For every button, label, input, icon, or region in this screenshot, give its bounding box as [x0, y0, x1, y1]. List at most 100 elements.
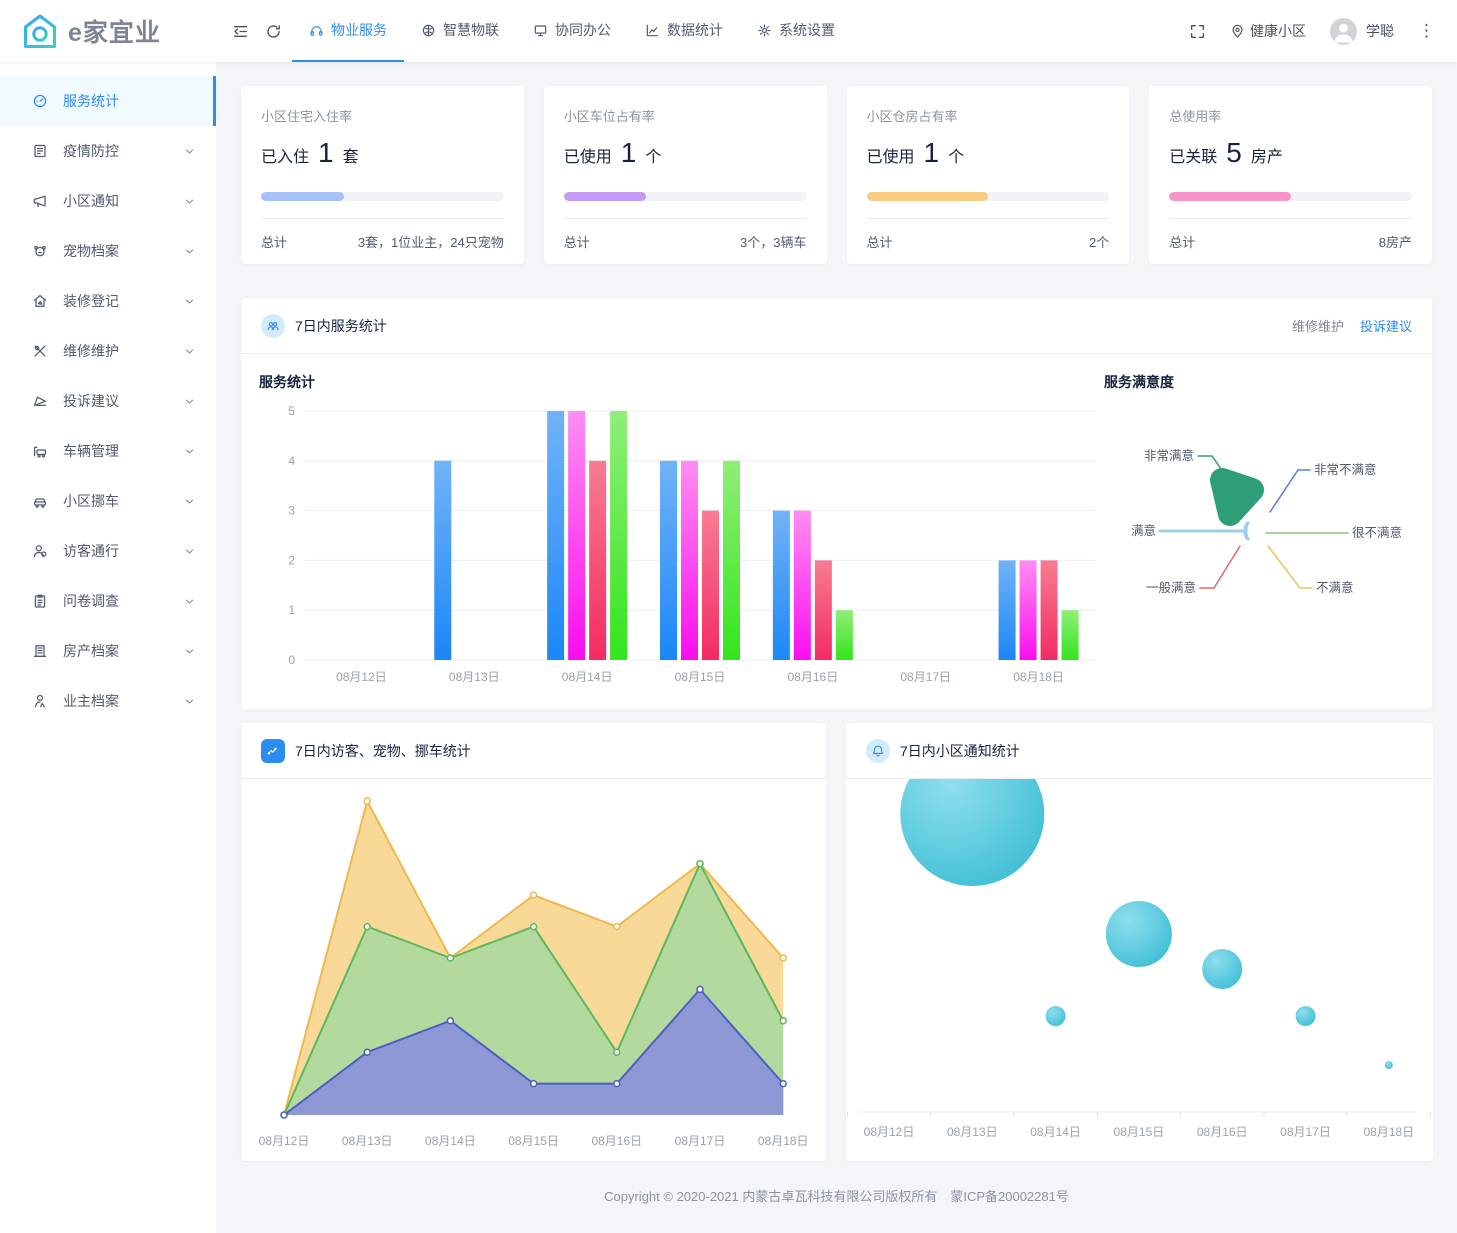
sidebar-item-label: 房产档案: [63, 643, 119, 659]
card-divider: [866, 218, 1110, 219]
notice-bubble: [1295, 1006, 1316, 1026]
chevron-down-icon: [185, 599, 194, 603]
axis-label: 08月13日: [947, 1125, 998, 1139]
more-menu-icon[interactable]: ⋮: [1418, 21, 1435, 41]
axis-label: 很不满意: [1352, 525, 1402, 540]
axis-label: 08月13日: [342, 1134, 393, 1148]
sidebar-item-owner-archive[interactable]: 业主档案: [0, 676, 216, 726]
data-point: [613, 922, 621, 931]
chevron-down-icon: [185, 549, 194, 553]
nav-system-settings[interactable]: 系统设置: [740, 0, 852, 62]
axis-label: 不满意: [1316, 580, 1354, 595]
header-tools: [216, 23, 282, 40]
service-stats-panel: 7日内服务统计 维修维护 投诉建议 服务统计 0 1 2 3 4 5 08月12日 08月13日…: [241, 298, 1432, 709]
data-point: [613, 1079, 621, 1088]
trend-chart-icon: [261, 738, 285, 763]
axis-label: 非常满意: [1144, 448, 1194, 463]
data-point: [779, 1017, 787, 1025]
community-selector[interactable]: 健康小区: [1230, 21, 1306, 41]
axis-label: 满意: [1131, 523, 1156, 538]
flag-icon: [33, 396, 47, 407]
sidebar-item-renovation-register[interactable]: 装修登记: [0, 276, 216, 326]
menu-collapse-button[interactable]: [232, 23, 249, 40]
axis-label: 08月18日: [1013, 670, 1064, 684]
notice-panel-body: 08月12日 08月13日 08月14日 08月15日 08月16日 08月17日 08月1…: [846, 779, 1433, 1159]
sidebar-item-repair-maintenance[interactable]: 维修维护: [0, 326, 216, 376]
doc-icon: [34, 144, 46, 158]
satisfaction-chart: 非常满意满意一般满意 非常不满意很不满意不满意: [1131, 448, 1402, 595]
owner-icon: [34, 694, 45, 708]
bar-series-pink: [814, 560, 832, 660]
bell-icon: [872, 744, 884, 756]
sidebar-item-label: 疫情防控: [63, 143, 119, 159]
bar-series-green: [835, 610, 853, 660]
bar-series-pink: [1040, 560, 1058, 660]
sidebar-item-label: 服务统计: [63, 93, 119, 109]
data-point: [613, 1048, 621, 1056]
sidebar-item-community-notice[interactable]: 小区通知: [0, 176, 216, 226]
nav-label: 协同办公: [555, 22, 611, 38]
axis-label: 08月18日: [758, 1134, 809, 1148]
clipboard-icon: [34, 594, 46, 608]
chart-icon: [646, 24, 659, 36]
service-panel-toggles: 维修维护 投诉建议: [1292, 316, 1412, 335]
axis-label: 08月15日: [1114, 1125, 1165, 1139]
sidebar-item-label: 小区挪车: [63, 493, 119, 509]
house-tool-icon: [33, 294, 47, 308]
visitor-stats-panel: 7日内访客、宠物、挪车统计 08月12日 08月13日 08月14日 08月15日 08…: [241, 723, 826, 1161]
total-value: 3个，3辆车: [740, 235, 807, 250]
notice-bubble: [1045, 1006, 1066, 1026]
sidebar-item-move-car[interactable]: 小区挪车: [0, 476, 216, 526]
sidebar-item-property-archive[interactable]: 房产档案: [0, 626, 216, 676]
stat-card-footer: 总计 8房产: [1169, 232, 1412, 251]
sidebar-item-service-stats[interactable]: 服务统计: [0, 76, 216, 126]
sidebar-item-label: 小区通知: [63, 193, 119, 209]
total-value: 8房产: [1378, 235, 1412, 250]
sidebar-item-pet-archive[interactable]: 宠物档案: [0, 226, 216, 276]
nav-data-stats[interactable]: 数据统计: [628, 0, 740, 62]
value-number: 1: [620, 137, 637, 168]
user-menu[interactable]: 学聪: [1330, 17, 1394, 45]
refresh-button[interactable]: [265, 23, 282, 40]
sidebar-item-questionnaire[interactable]: 问卷调查: [0, 576, 216, 626]
sidebar-item-complaint-suggestion[interactable]: 投诉建议: [0, 376, 216, 426]
nav-property-service[interactable]: 物业服务: [292, 0, 404, 62]
stat-card-footer: 总计 2个: [867, 232, 1110, 251]
sidebar-item-label: 投诉建议: [63, 393, 119, 409]
tools-icon: [34, 345, 46, 357]
monitor-icon: [534, 24, 547, 36]
logo-house-icon: [24, 14, 56, 48]
progress-fill: [866, 192, 988, 201]
logo-text: e家宜业: [68, 19, 161, 47]
nav-label: 智慧物联: [443, 22, 499, 38]
axis-label: 08月18日: [1363, 1125, 1414, 1139]
value-prefix: 已关联: [1169, 149, 1218, 166]
nav-label: 系统设置: [779, 22, 835, 38]
stat-card-footer: 总计 3个，3辆车: [564, 232, 807, 251]
data-point: [446, 1017, 455, 1025]
toggle-complaint-suggestion[interactable]: 投诉建议: [1360, 316, 1412, 335]
sidebar-item-visitor-access[interactable]: 访客通行: [0, 526, 216, 576]
axis-label: 0: [288, 653, 295, 667]
data-point: [446, 954, 455, 962]
bar-series-blue: [434, 460, 452, 660]
avatar: [1330, 17, 1357, 45]
main-content: 小区住宅入住率 已入住 1 套总计 3套，1位业主，24只宠物 小区车位占有率 已使用 1 个总…: [216, 62, 1457, 1233]
nav-collaboration[interactable]: 协同办公: [516, 0, 628, 62]
progress-bar: [866, 192, 1110, 201]
sidebar-item-vehicle-management[interactable]: 车辆管理: [0, 426, 216, 476]
fullscreen-button[interactable]: [1189, 23, 1206, 40]
toggle-repair-maintenance[interactable]: 维修维护: [1292, 316, 1344, 335]
trend-icon: [267, 747, 277, 755]
stat-card-value: 已使用 1 个: [564, 137, 807, 169]
footer-copyright: Copyright © 2020-2021 内蒙古卓瓦科技有限公司版权所有 蒙I…: [604, 1189, 1069, 1204]
nav-smart-iot[interactable]: 智慧物联: [404, 0, 516, 62]
total-value: 3套，1位业主，24只宠物: [357, 235, 504, 250]
stat-card-title: 总使用率: [1169, 109, 1222, 124]
card-divider: [563, 218, 807, 219]
axis-label: 08月15日: [508, 1134, 559, 1148]
satisfaction-chart-title: 服务满意度: [1104, 374, 1174, 390]
sidebar-item-epidemic-control[interactable]: 疫情防控: [0, 126, 216, 176]
chevron-down-icon: [185, 149, 194, 153]
stat-cards-row: 小区住宅入住率 已入住 1 套总计 3套，1位业主，24只宠物 小区车位占有率 已使用 1 个总…: [241, 86, 1432, 264]
